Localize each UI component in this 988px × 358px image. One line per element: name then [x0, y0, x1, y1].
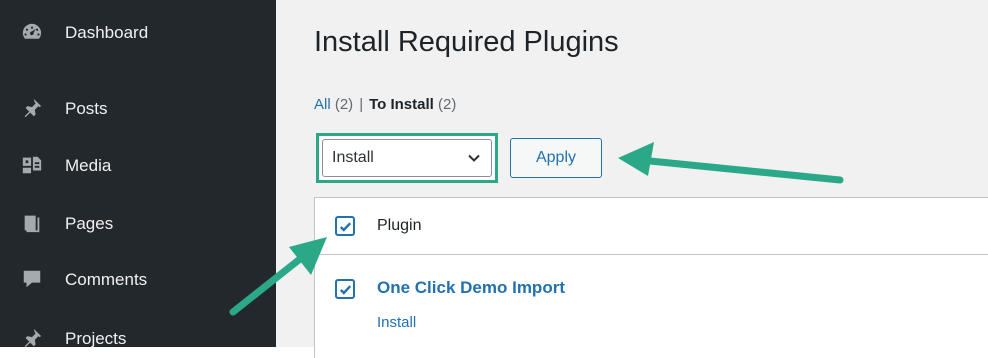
bulk-action-highlight: Install	[316, 133, 498, 183]
table-row: One Click Demo Import Install	[335, 273, 988, 343]
sidebar-item-pages[interactable]: Pages	[0, 203, 276, 243]
checkmark-icon	[339, 221, 351, 232]
table-header-row: Plugin	[315, 198, 988, 255]
media-icon	[20, 153, 44, 177]
filter-to-install-link[interactable]: To Install (2)	[369, 96, 456, 113]
sidebar-item-dashboard[interactable]: Dashboard	[0, 12, 276, 52]
sidebar-item-label: Dashboard	[65, 22, 149, 42]
filter-to-install-count: (2)	[438, 96, 457, 113]
sidebar-item-posts[interactable]: Posts	[0, 88, 276, 128]
filter-to-install-label: To Install	[369, 96, 434, 113]
sidebar-item-label: Comments	[65, 269, 148, 289]
bulk-action-select[interactable]: Install	[322, 139, 492, 177]
comment-icon	[20, 267, 44, 291]
main-content: Install Required Plugins All (2) | To Inst…	[276, 0, 988, 358]
select-all-checkbox[interactable]	[335, 216, 355, 236]
pages-icon	[20, 211, 44, 235]
chevron-down-icon	[468, 154, 480, 162]
sidebar-item-projects[interactable]: Projects	[0, 318, 276, 358]
column-header-plugin: Plugin	[377, 217, 422, 234]
row-checkbox[interactable]	[335, 279, 355, 299]
sidebar-item-label: Pages	[65, 213, 114, 233]
sidebar-item-label: Media	[65, 155, 112, 175]
plugins-table: Plugin One Click Demo Import Install	[314, 197, 988, 358]
filter-all-label: All	[314, 96, 331, 113]
filter-all-count: (2)	[334, 96, 354, 113]
sidebar-item-media[interactable]: Media	[0, 145, 276, 185]
page-title: Install Required Plugins	[314, 26, 619, 58]
sidebar-item-comments[interactable]: Comments	[0, 259, 276, 299]
dashboard-icon	[20, 20, 44, 44]
install-action-link[interactable]: Install	[377, 314, 416, 331]
apply-button[interactable]: Apply	[510, 138, 602, 178]
sidebar-item-label: Projects	[65, 328, 127, 348]
plugin-name-link[interactable]: One Click Demo Import	[377, 278, 565, 298]
sidebar-item-label: Posts	[65, 98, 108, 118]
checkmark-icon	[339, 284, 351, 295]
admin-sidebar: Dashboard Posts Media Pages Comments Pro…	[0, 0, 276, 348]
pushpin-icon	[20, 96, 44, 120]
filter-separator: |	[359, 96, 364, 113]
pushpin-icon	[20, 326, 44, 350]
filter-all-link[interactable]: All (2)	[314, 96, 353, 113]
bulk-action-selected: Install	[332, 149, 374, 166]
filter-links: All (2) | To Install (2)	[314, 96, 456, 113]
